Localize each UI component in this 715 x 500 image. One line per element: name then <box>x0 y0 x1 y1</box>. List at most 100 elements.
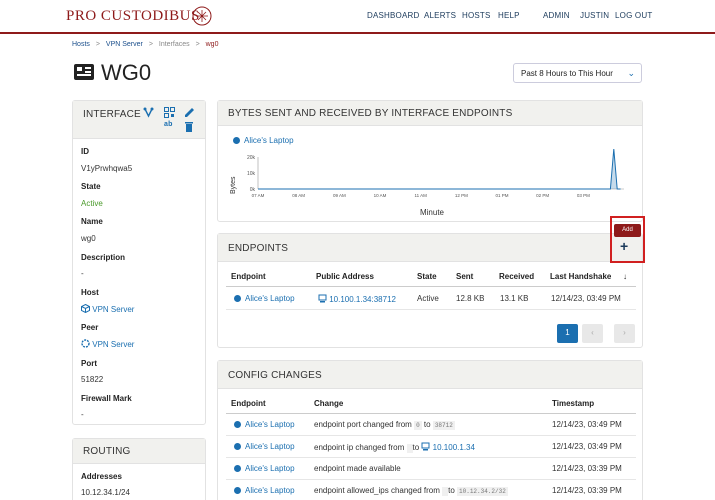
rename-button[interactable]: ab <box>164 121 173 128</box>
x-tick-label: 07 AM <box>252 193 265 198</box>
change-text: endpoint ip changed from to 10.100.1.34 <box>314 442 475 453</box>
field-label-state: State <box>81 182 101 191</box>
endpoint-name: Alice's Laptop <box>245 486 295 495</box>
col-change[interactable]: Change <box>314 399 343 408</box>
timestamp-value: 12/14/23, 03:39 PM <box>552 464 622 473</box>
endpoint-link[interactable]: Alice's Laptop <box>234 464 295 473</box>
change-description: endpoint allowed_ips changed from <box>314 486 440 495</box>
page-1-button[interactable]: 1 <box>557 324 578 343</box>
endpoint-name: Alice's Laptop <box>245 464 295 473</box>
endpoint-link[interactable]: Alice's Laptop <box>234 294 295 303</box>
bytes-chart[interactable]: 20k10k0k07 AM 08 AM 09 AM 10 AM 11 AM 12 PM 01… <box>218 149 644 219</box>
endpoint-name: Alice's Laptop <box>245 294 295 303</box>
qr-code-icon[interactable] <box>164 107 175 118</box>
host-link[interactable]: VPN Server <box>81 303 134 314</box>
x-tick-label: 03 PM <box>577 193 590 198</box>
col-timestamp[interactable]: Timestamp <box>552 399 594 408</box>
x-tick-label: 02 PM <box>536 193 549 198</box>
field-value-firewall-mark: - <box>81 410 84 419</box>
breadcrumb-vpn-server[interactable]: VPN Server <box>106 41 143 48</box>
routing-panel-title: ROUTING <box>83 446 131 457</box>
field-value-description: - <box>81 269 84 278</box>
x-tick-label: 08 AM <box>292 193 305 198</box>
x-tick-label: 01 PM <box>495 193 508 198</box>
nav-dashboard[interactable]: DASHBOARD <box>367 11 419 20</box>
interface-panel: INTERFACE ab ID V1yPrwhqwa5 State Active… <box>72 100 206 425</box>
time-range-select[interactable]: Past 8 Hours to This Hour ⌄ <box>513 63 642 83</box>
field-value-port: 51822 <box>81 375 104 384</box>
change-to-value: 10.12.34.2/32 <box>457 487 508 496</box>
brand-name[interactable]: PRO CUSTODIBUS <box>66 8 200 25</box>
interface-icon <box>74 64 94 80</box>
field-label-description: Description <box>81 253 126 262</box>
nav-help[interactable]: HELP <box>498 11 520 20</box>
field-value-id: V1yPrwhqwa5 <box>81 164 133 173</box>
endpoint-link[interactable]: Alice's Laptop <box>234 420 295 429</box>
add-endpoint-button[interactable]: + <box>620 238 628 254</box>
nav-hosts[interactable]: HOSTS <box>462 11 491 20</box>
nav-user[interactable]: JUSTIN <box>580 11 609 20</box>
change-to-label: to <box>412 443 420 452</box>
legend-label: Alice's Laptop <box>244 136 294 145</box>
change-description: endpoint ip changed from <box>314 443 405 452</box>
col-endpoint[interactable]: Endpoint <box>231 399 266 408</box>
y-tick-label: 10k <box>247 171 256 177</box>
col-public-address[interactable]: Public Address <box>316 272 374 281</box>
series-area <box>258 149 621 189</box>
endpoint-dot-icon <box>234 443 241 450</box>
bytes-chart-header: BYTES SENT AND RECEIVED BY INTERFACE END… <box>218 101 642 126</box>
interface-panel-header: INTERFACE ab <box>73 101 205 139</box>
public-address-link[interactable]: 10.100.1.34:38712 <box>318 294 396 304</box>
breadcrumb-separator: > <box>95 41 100 48</box>
topology-icon[interactable] <box>143 107 154 118</box>
col-state[interactable]: State <box>417 272 437 281</box>
nav-logout[interactable]: LOG OUT <box>615 11 652 20</box>
breadcrumb: Hosts > VPN Server > Interfaces > wg0 <box>72 41 222 48</box>
edit-icon[interactable] <box>184 107 195 118</box>
col-sent[interactable]: Sent <box>456 272 473 281</box>
peer-ring-icon <box>81 339 90 348</box>
routing-panel-header: ROUTING <box>73 439 205 464</box>
brand-logo-icon[interactable] <box>190 4 214 28</box>
change-to-link[interactable]: 10.100.1.34 <box>421 442 475 452</box>
timestamp-value: 12/14/23, 03:49 PM <box>552 420 622 429</box>
change-description: endpoint port changed from <box>314 420 412 429</box>
change-to-label: to <box>423 420 431 429</box>
endpoint-dot-icon <box>234 487 241 494</box>
nav-admin[interactable]: ADMIN <box>543 11 570 20</box>
bytes-chart-panel: BYTES SENT AND RECEIVED BY INTERFACE END… <box>217 100 643 222</box>
endpoint-dot-icon <box>234 421 241 428</box>
sent-value: 12.8 KB <box>456 294 485 303</box>
field-label-firewall-mark: Firewall Mark <box>81 394 132 403</box>
x-tick-label: 10 AM <box>374 193 387 198</box>
divider <box>226 286 636 287</box>
x-tick-label: 09 AM <box>333 193 346 198</box>
change-from-value: 0 <box>414 421 422 430</box>
sort-desc-icon[interactable]: ↓ <box>623 272 627 281</box>
breadcrumb-interfaces: Interfaces <box>158 41 190 48</box>
col-endpoint[interactable]: Endpoint <box>231 272 266 281</box>
time-range-value: Past 8 Hours to This Hour <box>521 69 613 78</box>
endpoint-link[interactable]: Alice's Laptop <box>234 442 295 451</box>
field-label-addresses: Addresses <box>81 472 122 481</box>
delete-icon[interactable] <box>184 121 194 132</box>
col-received[interactable]: Received <box>499 272 534 281</box>
endpoints-panel: ENDPOINTS Endpoint Public Address State … <box>217 233 643 348</box>
breadcrumb-hosts[interactable]: Hosts <box>72 41 90 48</box>
config-changes-panel: CONFIG CHANGES Endpoint Change Timestamp… <box>217 360 643 500</box>
change-to-value: 10.100.1.34 <box>432 443 475 452</box>
endpoint-dot-icon <box>234 465 241 472</box>
nav-alerts[interactable]: ALERTS <box>424 11 456 20</box>
received-value: 13.1 KB <box>500 294 529 303</box>
chart-legend-item[interactable]: Alice's Laptop <box>233 136 294 145</box>
chevron-down-icon: ⌄ <box>627 68 635 78</box>
endpoint-link[interactable]: Alice's Laptop <box>234 486 295 495</box>
prev-page-button[interactable]: ‹ <box>582 324 603 343</box>
endpoints-title: ENDPOINTS <box>228 243 289 254</box>
next-page-button[interactable]: › <box>614 324 635 343</box>
divider <box>226 309 636 310</box>
col-last-handshake[interactable]: Last Handshake <box>550 272 611 281</box>
peer-link[interactable]: VPN Server <box>81 339 134 349</box>
timestamp-value: 12/14/23, 03:49 PM <box>552 442 622 451</box>
peer-link-label: VPN Server <box>92 340 135 349</box>
